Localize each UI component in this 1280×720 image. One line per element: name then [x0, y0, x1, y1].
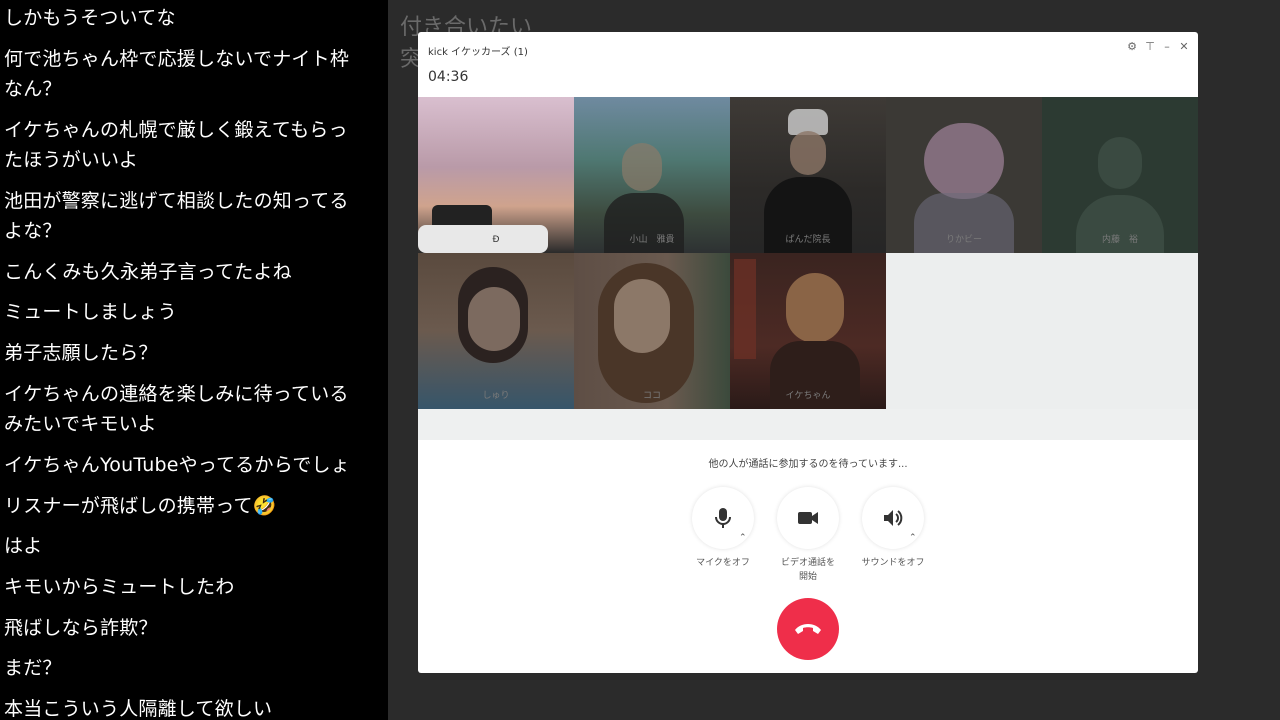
sound-label: サウンドをオフ — [861, 558, 925, 568]
participant-tile[interactable]: しゅり — [418, 253, 574, 409]
pin-icon[interactable]: ⊤ — [1143, 40, 1157, 53]
hangup-button[interactable] — [777, 598, 839, 660]
chat-message: まだ？ — [4, 657, 62, 679]
participant-tile[interactable]: Ð — [418, 97, 574, 253]
chat-panel: しかもうそついてな 何で池ちゃん枠で応援しないでナイト枠 なん？ イケちゃんの札… — [0, 0, 388, 720]
mic-options-chevron-icon[interactable]: ⌃ — [739, 533, 747, 543]
participant-name: Ð — [492, 235, 500, 245]
chat-message: 飛ばしなら詐欺？ — [4, 617, 158, 639]
chat-message: ミュートしましょう — [4, 301, 177, 323]
minimize-button[interactable]: – — [1160, 40, 1174, 53]
chat-message: 池田が警察に逃げて相談したの知ってる — [4, 190, 349, 212]
phone-hangup-icon — [795, 624, 821, 634]
close-button[interactable]: ✕ — [1177, 40, 1191, 53]
chat-message: たほうがいいよ — [4, 149, 139, 171]
empty-slot — [418, 409, 1198, 440]
mic-icon — [715, 508, 731, 528]
video-button[interactable] — [777, 487, 839, 549]
window-title: kick イケッカーズ (1) — [428, 47, 528, 58]
waiting-status: 他の人が通話に参加するのを待っています... — [708, 459, 908, 470]
speaker-icon — [884, 510, 903, 526]
video-camera-icon — [798, 512, 818, 524]
participant-name: しゅり — [482, 391, 510, 401]
chat-message: こんくみも久永弟子言ってたよね — [4, 261, 292, 283]
settings-icon[interactable]: ⚙ — [1125, 40, 1139, 53]
call-window: kick イケッカーズ (1) ⚙ ⊤ – ✕ 04:36 Ð 小山 雅貴 ぱん… — [418, 32, 1198, 673]
participant-grid: Ð 小山 雅貴 ぱんだ院長 りかビー 内藤 裕 しゅり ココ イケちゃん — [418, 97, 1198, 440]
participant-name: 小山 雅貴 — [629, 235, 675, 245]
video-label-line: 開始 — [798, 572, 817, 582]
chat-message: はよ — [4, 535, 43, 557]
chat-message: イケちゃんの札幌で厳しく鍛えてもらっ — [4, 119, 348, 141]
participant-tile[interactable]: イケちゃん — [730, 253, 886, 409]
chat-message: よな？ — [4, 220, 62, 242]
empty-slot — [886, 253, 1198, 409]
window-titlebar[interactable]: kick イケッカーズ (1) ⚙ ⊤ – ✕ — [418, 32, 1198, 66]
chat-message: 本当こういう人隔離して欲しい — [4, 698, 273, 720]
participant-name: ココ — [642, 391, 661, 401]
mic-label: マイクをオフ — [696, 558, 750, 568]
chat-message: しかもうそついてな — [4, 7, 176, 29]
chat-message: 弟子志願したら？ — [4, 342, 158, 364]
participant-tile[interactable]: 小山 雅貴 — [574, 97, 730, 253]
chat-message: イケちゃんYouTubeやってるからでしょ — [4, 454, 350, 476]
participant-tile[interactable]: 内藤 裕 — [1042, 97, 1198, 253]
participant-name: イケちゃん — [785, 391, 831, 401]
participant-tile[interactable]: ココ — [574, 253, 730, 409]
chat-message: なん？ — [4, 78, 62, 100]
participant-name: ぱんだ院長 — [785, 235, 831, 245]
call-timer: 04:36 — [428, 69, 469, 85]
participant-name: 内藤 裕 — [1101, 235, 1138, 245]
video-label-line: ビデオ通話を — [780, 558, 835, 568]
participant-name: りかビー — [945, 235, 982, 245]
participant-tile[interactable]: りかビー — [886, 97, 1042, 253]
chat-message: リスナーが飛ばしの携帯って🤣 — [4, 495, 277, 517]
chat-message: イケちゃんの連絡を楽しみに待っている — [4, 383, 349, 405]
participant-tile[interactable]: ぱんだ院長 — [730, 97, 886, 253]
video-label: ビデオ通話を 開始 — [768, 556, 848, 584]
chat-message: みたいでキモいよ — [4, 413, 157, 435]
sound-options-chevron-icon[interactable]: ⌃ — [909, 533, 917, 543]
chat-message: 何で池ちゃん枠で応援しないでナイト枠 — [4, 48, 350, 70]
chat-message: キモいからミュートしたわ — [4, 576, 235, 598]
